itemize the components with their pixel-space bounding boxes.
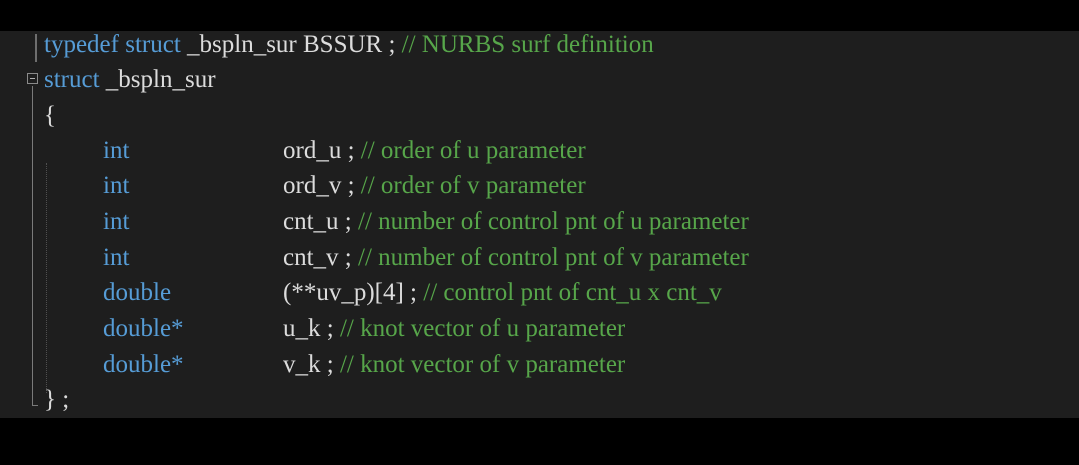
field-type: double*: [103, 351, 184, 378]
indent-guide: [46, 163, 47, 393]
code-line-field-decl[interactable]: cnt_v ; // number of control pnt of v pa…: [283, 241, 749, 275]
code-line-field[interactable]: int: [103, 241, 129, 275]
field-decl: ord_u ;: [283, 137, 355, 164]
code-comment: // NURBS surf definition: [401, 31, 654, 58]
field-type: double*: [103, 315, 184, 342]
code-comment: // order of u parameter: [360, 137, 586, 164]
code-line-field-decl[interactable]: cnt_u ; // number of control pnt of u pa…: [283, 205, 749, 239]
code-line-field[interactable]: double*: [103, 348, 184, 382]
keyword-struct: struct: [125, 31, 181, 58]
code-line-field[interactable]: int: [103, 205, 129, 239]
field-decl: ord_v ;: [283, 172, 355, 199]
keyword-struct: struct: [44, 66, 100, 93]
code-comment: // number of control pnt of u parameter: [358, 208, 749, 235]
code-comment: // number of control pnt of v parameter: [358, 244, 749, 271]
keyword-typedef: typedef: [44, 31, 119, 58]
code-line-close-brace[interactable]: } ;: [44, 383, 69, 417]
code-line-typedef[interactable]: typedef struct _bspln_sur BSSUR ; // NUR…: [44, 31, 654, 62]
field-decl: u_k ;: [283, 315, 334, 342]
field-decl: cnt_v ;: [283, 244, 352, 271]
code-line-field-decl[interactable]: ord_v ; // order of v parameter: [283, 169, 586, 203]
current-line-indicator: [35, 34, 37, 62]
field-type: int: [103, 137, 130, 164]
field-decl: cnt_u ;: [283, 208, 352, 235]
code-line-field[interactable]: int: [103, 134, 129, 168]
fold-region-end: [32, 405, 38, 406]
code-line-field-decl[interactable]: (**uv_p)[4] ; // control pnt of cnt_u x …: [283, 276, 722, 310]
typedef-name: _bspln_sur BSSUR ;: [187, 31, 396, 58]
fold-region-line: [32, 86, 33, 406]
code-editor[interactable]: typedef struct _bspln_sur BSSUR ; // NUR…: [0, 31, 1079, 418]
code-comment: // order of v parameter: [360, 172, 586, 199]
code-line-open-brace[interactable]: {: [44, 99, 56, 133]
code-line-field-decl[interactable]: v_k ; // knot vector of v parameter: [283, 348, 625, 382]
struct-name: _bspln_sur: [105, 66, 216, 93]
code-comment: // knot vector of u parameter: [339, 315, 626, 342]
collapse-minus-icon[interactable]: [27, 73, 38, 84]
code-line-field-decl[interactable]: u_k ; // knot vector of u parameter: [283, 312, 625, 346]
code-line-field[interactable]: double: [103, 276, 171, 310]
field-type: int: [103, 208, 130, 235]
open-brace: {: [44, 102, 56, 129]
close-brace: } ;: [44, 386, 70, 413]
field-decl: v_k ;: [283, 351, 334, 378]
field-type: int: [103, 244, 130, 271]
field-type: int: [103, 172, 130, 199]
code-comment: // control pnt of cnt_u x cnt_v: [423, 279, 722, 306]
code-comment: // knot vector of v parameter: [339, 351, 626, 378]
field-decl: (**uv_p)[4] ;: [283, 279, 417, 306]
field-type: double: [103, 279, 172, 306]
code-line-field[interactable]: int: [103, 169, 129, 203]
code-line-field-decl[interactable]: ord_u ; // order of u parameter: [283, 134, 586, 168]
code-line-struct-header[interactable]: struct _bspln_sur: [44, 63, 216, 97]
code-line-field[interactable]: double*: [103, 312, 184, 346]
